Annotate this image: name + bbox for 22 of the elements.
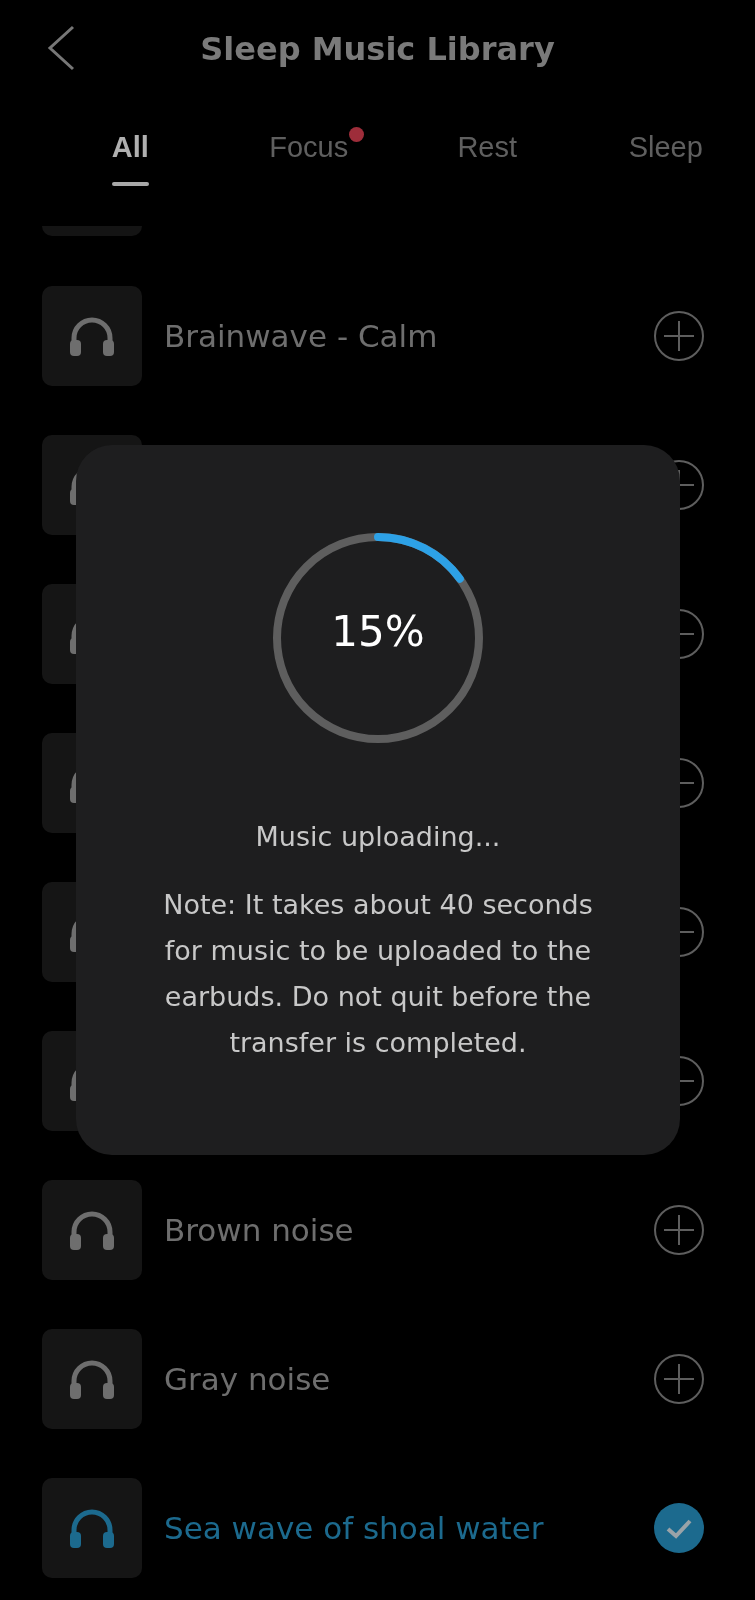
category-tab[interactable]: Sleep <box>628 130 703 164</box>
headphones-icon <box>68 1210 116 1250</box>
track-title[interactable]: Brown noise <box>164 1212 653 1248</box>
note-text: Note: It takes about 40 seconds for music to be uploaded to the earbuds. Do not quit before the transfer is completed. <box>162 888 594 1060</box>
check-icon[interactable] <box>653 1502 705 1554</box>
status-text: Music uploading... <box>255 821 501 852</box>
progress-percent: 15% <box>331 607 425 656</box>
tab-underline <box>111 181 149 186</box>
add-icon[interactable] <box>653 310 705 362</box>
track-title[interactable]: Sea wave of shoal water <box>164 1510 653 1546</box>
track-title[interactable]: Brainwave - Calm <box>164 318 653 354</box>
headphones-icon <box>68 1508 116 1548</box>
category-tab[interactable]: All <box>111 130 149 164</box>
category-tab[interactable]: Rest <box>457 130 518 164</box>
headphones-icon <box>68 1359 116 1399</box>
page-title: Sleep Music Library <box>200 30 555 68</box>
track-title[interactable]: Gray noise <box>164 1361 653 1397</box>
category-tab[interactable]: Focus <box>269 130 349 164</box>
add-icon[interactable] <box>653 1204 705 1256</box>
back-icon[interactable] <box>46 25 76 71</box>
headphones-icon <box>68 316 116 356</box>
add-icon[interactable] <box>653 1353 705 1405</box>
